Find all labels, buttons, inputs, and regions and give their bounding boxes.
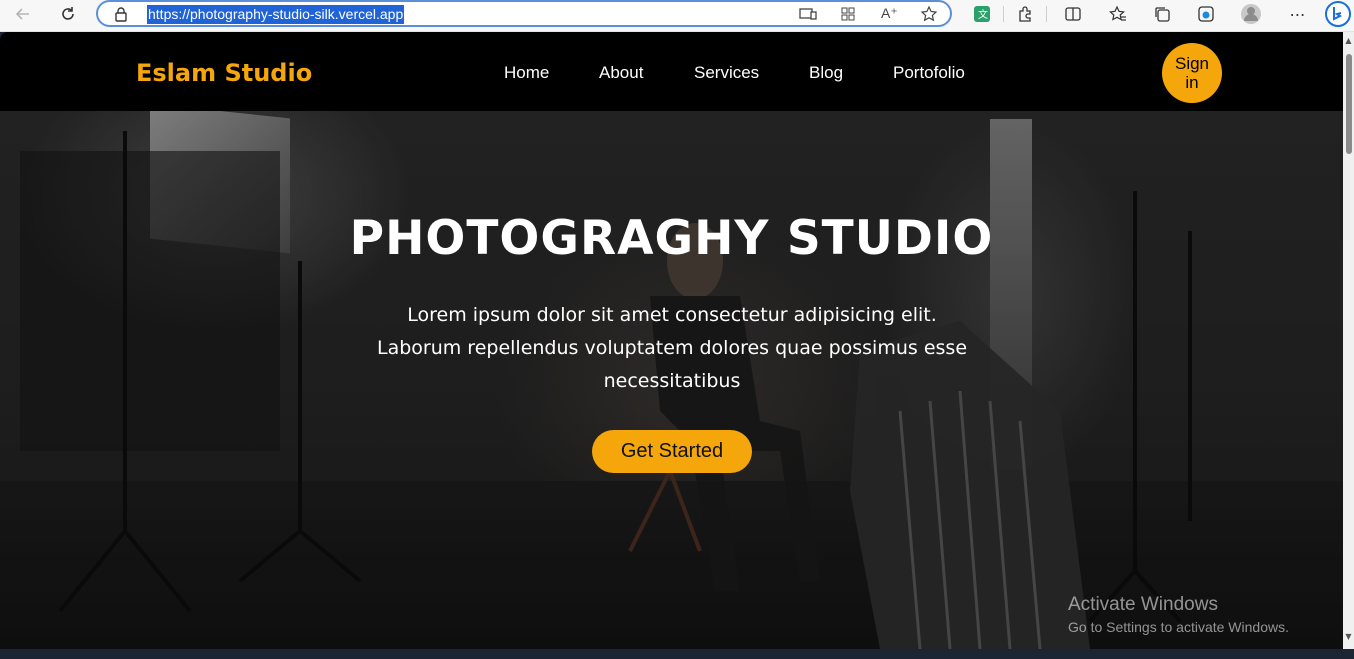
more-options-icon[interactable]: ⋯ [1285,2,1311,26]
grid-icon[interactable] [840,6,856,26]
signin-button[interactable]: Sign in [1162,43,1222,103]
page-scrollbar[interactable]: ▲ ▼ [1343,32,1354,649]
translate-extension-icon[interactable]: 文 [969,2,995,26]
hero-description: Lorem ipsum dolor sit amet consectetur a… [376,304,968,392]
refresh-icon[interactable] [55,2,81,26]
hero-title: PHOTOGRAGHY STUDIO [349,211,994,266]
scroll-thumb[interactable] [1346,54,1352,154]
favorite-star-icon[interactable] [920,5,938,27]
collections-icon[interactable] [1149,2,1175,26]
favorites-icon[interactable] [1105,2,1131,26]
nav-home[interactable]: Home [504,63,549,83]
toolbar-divider [1046,6,1047,22]
taskbar-edge [0,649,1354,659]
url-text[interactable]: https://photography-studio-silk.vercel.a… [147,5,405,24]
split-screen-icon[interactable] [1060,2,1086,26]
get-started-button[interactable]: Get Started [592,430,752,473]
page-viewport: Eslam Studio Home About Services Blog Po… [0,32,1343,649]
toolbar-divider [1003,6,1004,22]
extensions-icon[interactable] [1012,2,1038,26]
nav-about[interactable]: About [599,63,643,83]
site-navbar: Eslam Studio Home About Services Blog Po… [0,32,1343,111]
edge-bar-icon[interactable] [1193,2,1219,26]
scroll-down-arrow-icon[interactable]: ▼ [1343,630,1354,644]
nav-blog[interactable]: Blog [809,63,843,83]
signin-label: Sign in [1174,54,1210,92]
nav-services[interactable]: Services [694,63,759,83]
back-icon[interactable] [10,2,36,26]
brand-logo[interactable]: Eslam Studio [136,59,312,87]
bing-copilot-icon[interactable] [1325,1,1351,27]
nav-portofolio[interactable]: Portofolio [893,63,965,83]
scroll-up-arrow-icon[interactable]: ▲ [1343,34,1354,48]
read-aloud-icon[interactable]: A⁺ [881,5,898,22]
lock-icon[interactable] [114,6,128,26]
activate-windows-title: Activate Windows [1068,594,1218,615]
browser-toolbar: https://photography-studio-silk.vercel.a… [0,0,1354,32]
app-available-icon[interactable] [799,6,817,26]
svg-text:文: 文 [978,8,988,21]
profile-avatar-icon[interactable] [1238,2,1264,26]
activate-windows-subtitle: Go to Settings to activate Windows. [1068,619,1289,635]
address-bar[interactable]: https://photography-studio-silk.vercel.a… [96,0,952,27]
